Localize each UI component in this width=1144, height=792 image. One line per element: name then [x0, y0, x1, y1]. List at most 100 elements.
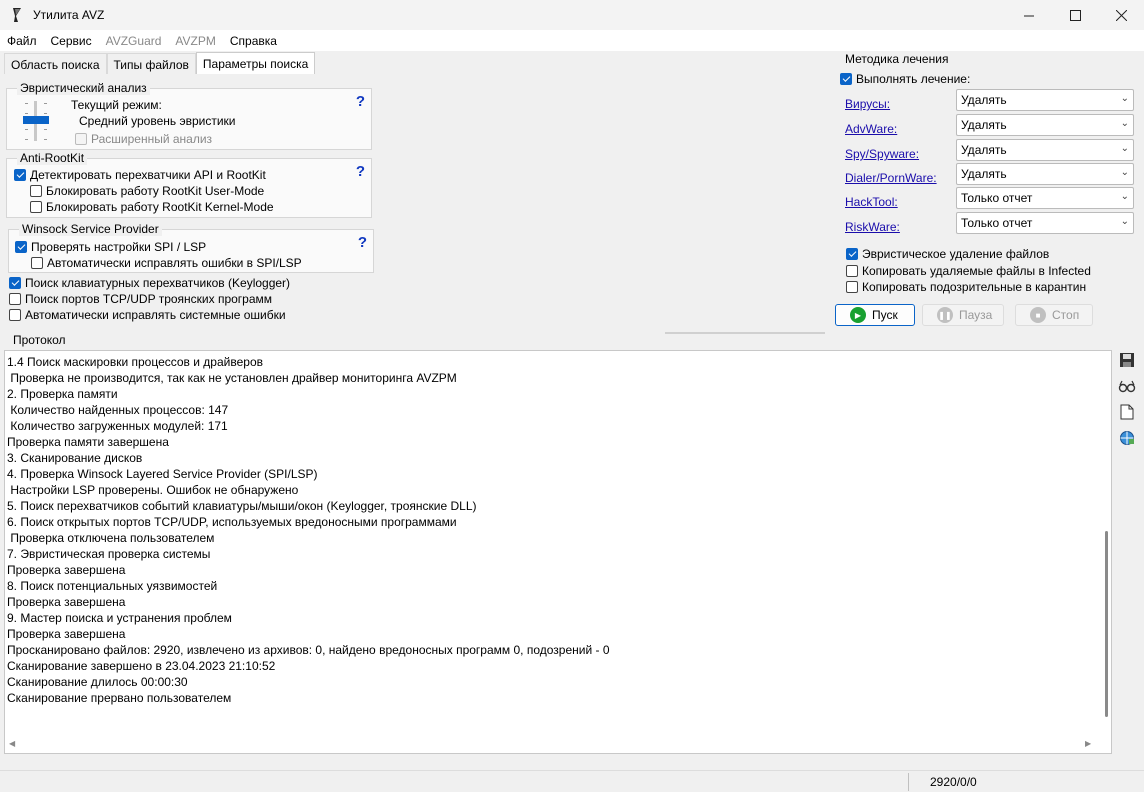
app-sword-icon [13, 8, 21, 22]
advware-link[interactable]: AdvWare: [845, 122, 897, 136]
log-line: Сканирование завершено в 23.04.2023 21:1… [7, 659, 276, 673]
advware-action-select[interactable]: Удалять ⌄ [956, 114, 1134, 136]
vertical-scrollbar[interactable] [1101, 351, 1111, 737]
heuristic-legend: Эвристический анализ [17, 81, 150, 95]
chevron-down-icon: ⌄ [1120, 93, 1129, 104]
copy-deleted-checkbox[interactable]: Копировать удаляемые файлы в Infected [846, 264, 1091, 278]
tab-search-params[interactable]: Параметры поиска [195, 52, 316, 75]
chevron-down-icon: ⌄ [1120, 143, 1129, 154]
log-text: 1.4 Поиск маскировки процессов и драйвер… [7, 354, 610, 706]
block-kernelmode-checkbox[interactable]: Блокировать работу RootKit Kernel-Mode [30, 200, 274, 214]
riskware-link[interactable]: RiskWare: [845, 220, 900, 234]
log-line: 9. Мастер поиска и устранения проблем [7, 611, 232, 625]
chevron-down-icon: ⌄ [1120, 216, 1129, 227]
mode-value: Средний уровень эвристики [79, 114, 236, 128]
log-line: 3. Сканирование дисков [7, 451, 143, 465]
autofix-system-checkbox[interactable]: Автоматически исправлять системные ошибк… [9, 308, 286, 322]
check-spi-checkbox[interactable]: Проверять настройки SPI / LSP [15, 240, 206, 254]
log-line: 5. Поиск перехватчиков событий клавиатур… [7, 499, 477, 513]
spyware-action-select[interactable]: Удалять ⌄ [956, 139, 1134, 161]
scan-counts: 2920/0/0 [930, 775, 977, 789]
play-icon: ▶ [850, 307, 866, 323]
protocol-log[interactable]: 1.4 Поиск маскировки процессов и драйвер… [4, 350, 1112, 754]
log-toolbar [1117, 350, 1139, 454]
help-icon[interactable]: ? [356, 93, 365, 110]
keylogger-search-checkbox[interactable]: Поиск клавиатурных перехватчиков (Keylog… [9, 276, 290, 290]
maximize-icon[interactable] [1052, 0, 1098, 30]
document-icon[interactable] [1117, 402, 1137, 422]
horizontal-scrollbar[interactable]: ◀ ▶ [5, 737, 1101, 753]
log-line: 1.4 Поиск маскировки процессов и драйвер… [7, 355, 263, 369]
close-icon[interactable] [1098, 0, 1144, 30]
menu-bar: Файл Сервис AVZGuard AVZPM Справка [0, 30, 1144, 51]
viruses-action-select[interactable]: Удалять ⌄ [956, 89, 1134, 111]
perform-treatment-checkbox[interactable]: Выполнять лечение: [840, 72, 970, 86]
log-line: Сканирование длилось 00:00:30 [7, 675, 188, 689]
pause-button[interactable]: ❚❚ Пауза [922, 304, 1004, 326]
heuristic-group: Эвристический анализ ? Текущий режим: Ср… [6, 81, 372, 150]
log-line: Проверка отключена пользователем [7, 531, 215, 545]
log-line: Просканировано файлов: 2920, извлечено и… [7, 643, 610, 657]
riskware-action-select[interactable]: Только отчет ⌄ [956, 212, 1134, 234]
log-line: 4. Проверка Winsock Layered Service Prov… [7, 467, 318, 481]
log-line: Настройки LSP проверены. Ошибок не обнар… [7, 483, 299, 497]
minimize-icon[interactable] [1006, 0, 1052, 30]
hacktool-link[interactable]: HackTool: [845, 195, 898, 209]
log-line: Количество найденных процессов: 147 [7, 403, 229, 417]
menu-help[interactable]: Справка [223, 34, 284, 48]
spyware-link[interactable]: Spy/Spyware: [845, 147, 919, 161]
trojan-ports-checkbox[interactable]: Поиск портов TCP/UDP троянских программ [9, 292, 272, 306]
antirootkit-legend: Anti-RootKit [17, 151, 88, 165]
log-line: Проверка завершена [7, 627, 126, 641]
viruses-link[interactable]: Вирусы: [845, 97, 890, 111]
extended-analysis-checkbox[interactable]: Расширенный анализ [75, 132, 212, 146]
log-line: Количество загруженных модулей: 171 [7, 419, 228, 433]
winsock-legend: Winsock Service Provider [19, 222, 162, 236]
stop-icon: ■ [1030, 307, 1046, 323]
menu-avzguard[interactable]: AVZGuard [99, 34, 169, 48]
block-usermode-checkbox[interactable]: Блокировать работу RootKit User-Mode [30, 184, 264, 198]
splitter-handle[interactable] [665, 332, 825, 334]
status-bar: 2920/0/0 [0, 770, 1144, 792]
globe-network-icon[interactable] [1117, 428, 1137, 448]
protocol-label: Протокол [13, 333, 66, 347]
log-line: 6. Поиск открытых портов TCP/UDP, исполь… [7, 515, 457, 529]
log-line: 8. Поиск потенциальных уязвимостей [7, 579, 218, 593]
stop-button[interactable]: ■ Стоп [1015, 304, 1093, 326]
start-button[interactable]: ▶ Пуск [835, 304, 915, 326]
heuristic-level-slider[interactable] [23, 101, 49, 141]
save-icon[interactable] [1117, 350, 1137, 370]
glasses-icon[interactable] [1117, 376, 1137, 396]
title-bar: Утилита AVZ [0, 0, 1144, 30]
tab-search-area[interactable]: Область поиска [4, 53, 107, 75]
chevron-down-icon: ⌄ [1120, 118, 1129, 129]
dialer-link[interactable]: Dialer/PornWare: [845, 171, 937, 185]
heuristic-delete-checkbox[interactable]: Эвристическое удаление файлов [846, 247, 1049, 261]
log-line: Проверка не производится, так как не уст… [7, 371, 457, 385]
search-params-panel: Эвристический анализ ? Текущий режим: Ср… [4, 74, 830, 330]
winsock-group: Winsock Service Provider ? Проверять нас… [8, 222, 374, 273]
menu-service[interactable]: Сервис [44, 34, 99, 48]
hacktool-action-select[interactable]: Только отчет ⌄ [956, 187, 1134, 209]
mode-label: Текущий режим: [71, 98, 162, 112]
log-line: Проверка завершена [7, 563, 126, 577]
scroll-right-icon: ▶ [1085, 739, 1092, 748]
help-icon[interactable]: ? [356, 163, 365, 180]
menu-file[interactable]: Файл [0, 34, 44, 48]
log-line: 7. Эвристическая проверка системы [7, 547, 211, 561]
tab-file-types[interactable]: Типы файлов [106, 53, 196, 75]
copy-suspicious-checkbox[interactable]: Копировать подозрительные в карантин [846, 280, 1086, 294]
antirootkit-group: Anti-RootKit ? Детектировать перехватчик… [6, 151, 372, 218]
chevron-down-icon: ⌄ [1120, 191, 1129, 202]
help-icon[interactable]: ? [358, 234, 367, 251]
menu-avzpm[interactable]: AVZPM [168, 34, 222, 48]
pause-icon: ❚❚ [937, 307, 953, 323]
treatment-legend: Методика лечения [845, 52, 949, 66]
treatment-panel: Методика лечения Выполнять лечение: Виру… [836, 50, 1140, 330]
window-title: Утилита AVZ [33, 8, 105, 22]
chevron-down-icon: ⌄ [1120, 167, 1129, 178]
log-line: Проверка завершена [7, 595, 126, 609]
dialer-action-select[interactable]: Удалять ⌄ [956, 163, 1134, 185]
detect-api-checkbox[interactable]: Детектировать перехватчики API и RootKit [14, 168, 266, 182]
autofix-spi-checkbox[interactable]: Автоматически исправлять ошибки в SPI/LS… [31, 256, 302, 270]
